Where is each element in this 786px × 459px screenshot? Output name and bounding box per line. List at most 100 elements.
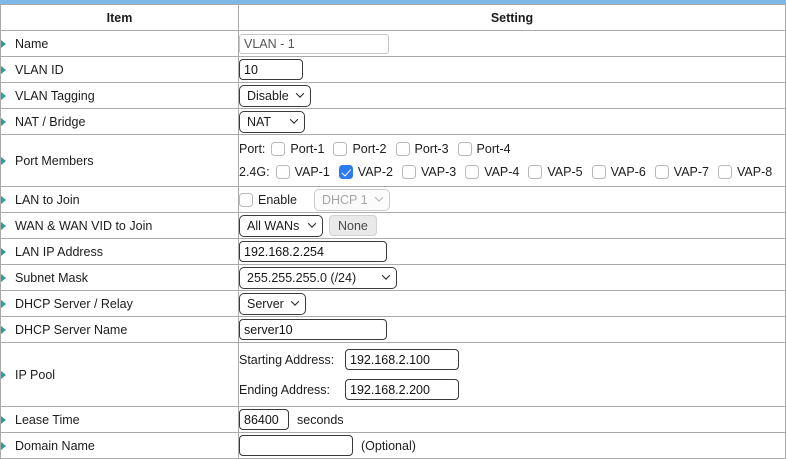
table-row: LAN IP Address <box>1 239 786 265</box>
vlan-tagging-select[interactable]: Disable <box>239 85 311 107</box>
checkbox-label: VAP-5 <box>547 165 582 179</box>
checkbox-option-vap-5[interactable]: VAP-5 <box>528 165 582 179</box>
row-arrow-icon <box>1 40 6 48</box>
checkbox[interactable] <box>396 142 410 156</box>
row-arrow-icon <box>1 300 6 308</box>
row-label-subnet-mask: Subnet Mask <box>15 271 88 285</box>
row-arrow-icon <box>1 248 6 256</box>
checkbox-option-vap-4[interactable]: VAP-4 <box>465 165 519 179</box>
row-label-wan-join: WAN & WAN VID to Join <box>15 219 152 233</box>
lan-ip-input[interactable] <box>239 241 387 262</box>
checkbox-label: VAP-4 <box>484 165 519 179</box>
dhcp-server-name-input[interactable] <box>239 319 387 340</box>
row-label-lan-ip: LAN IP Address <box>15 245 103 259</box>
column-header-item: Item <box>1 5 239 31</box>
table-row: NAT / Bridge NAT <box>1 109 786 135</box>
enable-checkbox[interactable] <box>239 193 253 207</box>
column-header-setting: Setting <box>239 5 786 31</box>
checkbox[interactable] <box>333 142 347 156</box>
vlan-id-input[interactable] <box>239 59 303 80</box>
vlan-tagging-selected-value: Disable <box>247 89 289 103</box>
checkbox[interactable] <box>655 165 669 179</box>
table-row: Subnet Mask 255.255.255.0 (/24) <box>1 265 786 291</box>
checkbox[interactable] <box>402 165 416 179</box>
row-label-nat-bridge: NAT / Bridge <box>15 115 85 129</box>
lan-join-enable-option[interactable]: Enable <box>239 193 297 207</box>
row-label-domain-name: Domain Name <box>15 439 95 453</box>
table-row: Domain Name (Optional) <box>1 433 786 459</box>
checkbox-option-vap-1[interactable]: VAP-1 <box>276 165 330 179</box>
checked-checkbox[interactable] <box>339 165 353 179</box>
row-label-vlan-tagging: VLAN Tagging <box>15 89 95 103</box>
checkbox-option-vap-8[interactable]: VAP-8 <box>718 165 772 179</box>
row-arrow-icon <box>1 274 6 282</box>
checkbox-label: VAP-7 <box>674 165 709 179</box>
row-arrow-icon <box>1 442 6 450</box>
lease-time-input[interactable] <box>239 409 289 430</box>
checkbox-option-vap-2[interactable]: VAP-2 <box>339 165 393 179</box>
row-label-ip-pool: IP Pool <box>15 368 55 382</box>
domain-optional-label: (Optional) <box>361 439 416 453</box>
port-prefix-label: Port: <box>239 142 265 156</box>
none-button[interactable]: None <box>329 215 377 236</box>
checkbox-label: VAP-1 <box>295 165 330 179</box>
ending-address-label: Ending Address: <box>239 383 339 397</box>
vlan-config-page: Item Setting Name VLAN ID <box>0 0 786 451</box>
row-label-port-members: Port Members <box>15 154 94 168</box>
checkbox-option-port-4[interactable]: Port-4 <box>458 142 511 156</box>
checkbox[interactable] <box>465 165 479 179</box>
chevron-down-icon <box>295 89 303 97</box>
wifi-prefix-label: 2.4G: <box>239 165 270 179</box>
table-row: Lease Time seconds <box>1 407 786 433</box>
vap-checkbox-group: VAP-1 VAP-2 VAP-3 VAP-4 VAP-5 VAP-6 VAP-7 VAP-8 <box>276 165 782 179</box>
row-arrow-icon <box>1 157 6 165</box>
checkbox-label: Port-3 <box>415 142 449 156</box>
checkbox[interactable] <box>276 165 290 179</box>
dhcp-join-select: DHCP 1 <box>314 189 390 211</box>
checkbox-label: VAP-3 <box>421 165 456 179</box>
checkbox-label: Port-1 <box>290 142 324 156</box>
row-arrow-icon <box>1 196 6 204</box>
row-label-vlan-id: VLAN ID <box>15 63 64 77</box>
row-arrow-icon <box>1 92 6 100</box>
row-arrow-icon <box>1 118 6 126</box>
checkbox-option-vap-7[interactable]: VAP-7 <box>655 165 709 179</box>
subnet-mask-selected-value: 255.255.255.0 (/24) <box>247 271 356 285</box>
checkbox[interactable] <box>458 142 472 156</box>
row-label-name: Name <box>15 37 48 51</box>
ending-address-input[interactable] <box>345 379 459 400</box>
starting-address-input[interactable] <box>345 349 459 370</box>
table-row: VLAN ID <box>1 57 786 83</box>
row-label-dhcp-mode: DHCP Server / Relay <box>15 297 133 311</box>
checkbox-option-vap-3[interactable]: VAP-3 <box>402 165 456 179</box>
chevron-down-icon <box>374 193 382 201</box>
nat-bridge-select[interactable]: NAT <box>239 111 305 133</box>
dhcp-mode-select[interactable]: Server <box>239 293 306 315</box>
checkbox[interactable] <box>271 142 285 156</box>
checkbox-option-port-1[interactable]: Port-1 <box>271 142 324 156</box>
port-checkbox-group: Port-1 Port-2 Port-3 Port-4 <box>271 142 519 156</box>
row-arrow-icon <box>1 222 6 230</box>
checkbox-label: Port-4 <box>477 142 511 156</box>
vlan-settings-table: Item Setting Name VLAN ID <box>0 4 786 459</box>
wan-join-select[interactable]: All WANs <box>239 215 323 237</box>
table-row: DHCP Server / Relay Server <box>1 291 786 317</box>
lease-time-unit-label: seconds <box>297 413 344 427</box>
dhcp-join-selected-value: DHCP 1 <box>322 193 368 207</box>
name-input[interactable] <box>239 34 389 54</box>
checkbox-option-port-3[interactable]: Port-3 <box>396 142 449 156</box>
row-arrow-icon <box>1 326 6 334</box>
subnet-mask-select[interactable]: 255.255.255.0 (/24) <box>239 267 397 289</box>
row-arrow-icon <box>1 66 6 74</box>
wan-join-selected-value: All WANs <box>247 219 299 233</box>
checkbox-option-port-2[interactable]: Port-2 <box>333 142 386 156</box>
starting-address-label: Starting Address: <box>239 353 339 367</box>
domain-name-input[interactable] <box>239 435 353 456</box>
checkbox[interactable] <box>718 165 732 179</box>
checkbox-option-vap-6[interactable]: VAP-6 <box>592 165 646 179</box>
row-arrow-icon <box>1 416 6 424</box>
checkbox-label: VAP-6 <box>611 165 646 179</box>
checkbox[interactable] <box>592 165 606 179</box>
dhcp-mode-selected-value: Server <box>247 297 284 311</box>
checkbox[interactable] <box>528 165 542 179</box>
